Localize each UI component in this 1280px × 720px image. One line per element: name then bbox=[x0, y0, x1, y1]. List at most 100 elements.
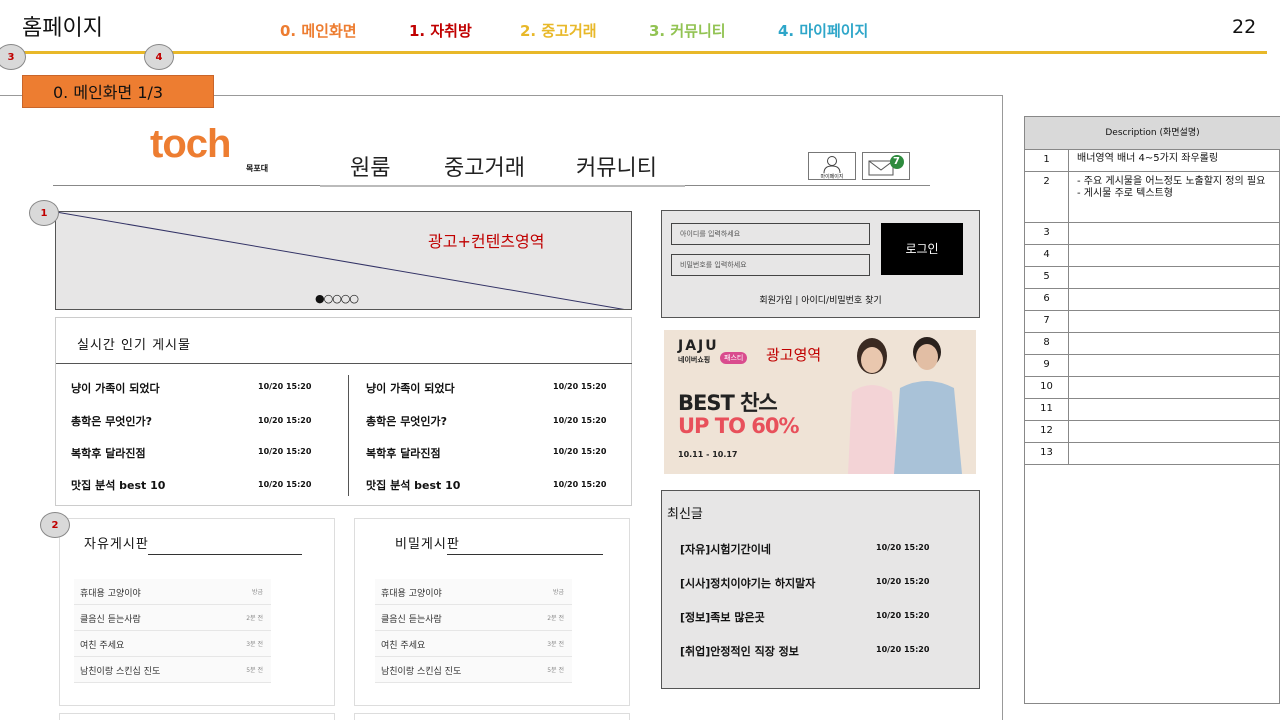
table-row: 13 bbox=[1025, 443, 1280, 465]
list-item[interactable]: 남친이랑 스킨십 진도 5분 전 bbox=[74, 657, 271, 683]
list-item[interactable]: 휴대용 고양이야 방금 bbox=[74, 579, 271, 605]
popular-divider bbox=[56, 363, 632, 364]
free-board-underline bbox=[148, 554, 302, 555]
marker-2: 2 bbox=[40, 512, 70, 538]
table-row: 4 bbox=[1025, 245, 1280, 267]
row-number: 13 bbox=[1025, 443, 1069, 464]
row-number: 12 bbox=[1025, 421, 1069, 442]
row-text: - 주요 게시물을 어느정도 노출할지 정의 필요 - 게시물 주로 텍스트형 bbox=[1077, 176, 1266, 199]
table-row: 8 bbox=[1025, 333, 1280, 355]
free-board-title[interactable]: 자유게시판 bbox=[84, 533, 149, 552]
board-item-meta: 2분 전 bbox=[547, 615, 564, 622]
nav-highlight bbox=[320, 185, 685, 187]
ad-discount: UP TO 60% bbox=[678, 414, 800, 438]
recent-post-title[interactable]: [시사]정치이야기는 하지말자 bbox=[680, 575, 815, 591]
tab-room[interactable]: 1. 자취방 bbox=[409, 20, 472, 41]
popular-post-title[interactable]: 맛집 분석 best 10 bbox=[366, 477, 460, 493]
mypage-button[interactable]: 마이페이지 bbox=[808, 152, 856, 180]
ad-label: 광고영역 bbox=[766, 346, 822, 364]
row-number: 7 bbox=[1025, 311, 1069, 332]
popular-post-title[interactable]: 복학후 달라진점 bbox=[366, 445, 441, 461]
board-panel-partial bbox=[59, 713, 335, 720]
table-row: 10 bbox=[1025, 377, 1280, 399]
popular-post-time: 10/20 15:20 bbox=[553, 447, 607, 456]
table-row: 12 bbox=[1025, 421, 1280, 443]
board-item-meta: 5분 전 bbox=[246, 667, 263, 674]
banner-text: 광고+컨텐츠영역 bbox=[428, 232, 545, 251]
table-row: 3 bbox=[1025, 223, 1280, 245]
row-text: 배너영역 배너 4~5가지 좌우롤링 bbox=[1077, 153, 1219, 164]
row-number: 4 bbox=[1025, 245, 1069, 266]
popular-post-title[interactable]: 총학은 무엇인가? bbox=[366, 413, 447, 429]
login-button[interactable]: 로그인 bbox=[881, 223, 963, 275]
table-row: 5 bbox=[1025, 267, 1280, 289]
recent-post-title[interactable]: [취업]안정적인 직장 정보 bbox=[680, 643, 799, 659]
logo-subtitle: 목포대 bbox=[246, 164, 269, 173]
row-number: 9 bbox=[1025, 355, 1069, 376]
board-item-meta: 3분 전 bbox=[547, 641, 564, 648]
board-item-title: 여친 주세요 bbox=[80, 641, 125, 651]
row-number: 2 bbox=[1025, 172, 1069, 222]
popular-post-title[interactable]: 총학은 무엇인가? bbox=[71, 413, 152, 429]
table-row: 1 배너영역 배너 4~5가지 좌우롤링 bbox=[1025, 150, 1280, 172]
popular-post-time: 10/20 15:20 bbox=[553, 382, 607, 391]
popular-post-time: 10/20 15:20 bbox=[258, 480, 312, 489]
ad-models-image bbox=[848, 337, 962, 474]
banner-pagination[interactable]: ●○○○○ bbox=[315, 292, 359, 305]
id-input[interactable]: 아이디를 입력하세요 bbox=[671, 223, 870, 245]
tab-market[interactable]: 2. 중고거래 bbox=[520, 20, 597, 41]
board-panel-partial bbox=[354, 713, 630, 720]
row-number: 6 bbox=[1025, 289, 1069, 310]
password-input[interactable]: 비밀번호를 입력하세요 bbox=[671, 254, 870, 276]
marker-4: 4 bbox=[144, 44, 174, 70]
account-links[interactable]: 회원가입 | 아이디/비밀번호 찾기 bbox=[661, 293, 980, 306]
row-number: 3 bbox=[1025, 223, 1069, 244]
ad-headline: BEST 찬스 bbox=[678, 391, 778, 415]
board-item-meta: 2분 전 bbox=[246, 615, 263, 622]
mail-button[interactable]: 7 bbox=[862, 152, 910, 180]
tab-main[interactable]: 0. 메인화면 bbox=[280, 20, 357, 41]
ad-dates: 10.11 - 10.17 bbox=[678, 450, 738, 459]
table-row: 7 bbox=[1025, 311, 1280, 333]
row-number: 10 bbox=[1025, 377, 1069, 398]
popular-post-title[interactable]: 복학후 달라진점 bbox=[71, 445, 146, 461]
ad-brand-badge: 패스티 bbox=[720, 352, 748, 364]
page-title: 홈페이지 bbox=[22, 16, 103, 41]
header-divider bbox=[0, 51, 1267, 54]
recent-posts-title: 최신글 bbox=[667, 507, 703, 522]
secret-board-title[interactable]: 비밀게시판 bbox=[395, 533, 460, 552]
list-item[interactable]: 남친이랑 스킨십 진도 5분 전 bbox=[375, 657, 572, 683]
popular-post-time: 10/20 15:20 bbox=[553, 480, 607, 489]
board-item-meta: 방금 bbox=[251, 589, 263, 596]
nav-community[interactable]: 커뮤니티 bbox=[576, 150, 657, 182]
tab-mypage[interactable]: 4. 마이페이지 bbox=[778, 20, 868, 41]
table-row: 6 bbox=[1025, 289, 1280, 311]
recent-post-time: 10/20 15:20 bbox=[876, 577, 930, 586]
list-item[interactable]: 여친 주세요 3분 전 bbox=[375, 631, 572, 657]
marker-1: 1 bbox=[29, 200, 59, 226]
table-row: 2 - 주요 게시물을 어느정도 노출할지 정의 필요 - 게시물 주로 텍스트형 bbox=[1025, 172, 1280, 223]
board-item-title: 여친 주세요 bbox=[381, 641, 426, 651]
popular-post-title[interactable]: 맛집 분석 best 10 bbox=[71, 477, 165, 493]
mypage-label: 마이페이지 bbox=[820, 174, 844, 180]
popular-post-title[interactable]: 냥이 가족이 되었다 bbox=[71, 380, 160, 396]
board-item-title: 클음신 듣는사람 bbox=[381, 615, 442, 625]
list-item[interactable]: 클음신 듣는사람 2분 전 bbox=[74, 605, 271, 631]
popular-post-time: 10/20 15:20 bbox=[258, 382, 312, 391]
board-item-meta: 5분 전 bbox=[547, 667, 564, 674]
nav-oneroom[interactable]: 원룸 bbox=[350, 150, 390, 182]
board-item-title: 남친이랑 스킨십 진도 bbox=[80, 667, 161, 677]
tab-community[interactable]: 3. 커뮤니티 bbox=[649, 20, 726, 41]
nav-market[interactable]: 중고거래 bbox=[444, 150, 525, 182]
popular-post-title[interactable]: 냥이 가족이 되었다 bbox=[366, 380, 455, 396]
ad-brand: JAJU bbox=[678, 338, 719, 354]
popular-post-time: 10/20 15:20 bbox=[258, 416, 312, 425]
list-item[interactable]: 클음신 듣는사람 2분 전 bbox=[375, 605, 572, 631]
recent-post-title[interactable]: [자유]시험기간이네 bbox=[680, 541, 771, 557]
list-item[interactable]: 여친 주세요 3분 전 bbox=[74, 631, 271, 657]
popular-post-time: 10/20 15:20 bbox=[553, 416, 607, 425]
site-logo[interactable]: toch bbox=[150, 122, 231, 167]
recent-post-title[interactable]: [정보]족보 많은곳 bbox=[680, 609, 765, 625]
ad-banner[interactable]: JAJU 네이버쇼핑 패스티 광고영역 BEST 찬스 UP TO 60% 10… bbox=[664, 330, 976, 474]
list-item[interactable]: 휴대용 고양이야 방금 bbox=[375, 579, 572, 605]
